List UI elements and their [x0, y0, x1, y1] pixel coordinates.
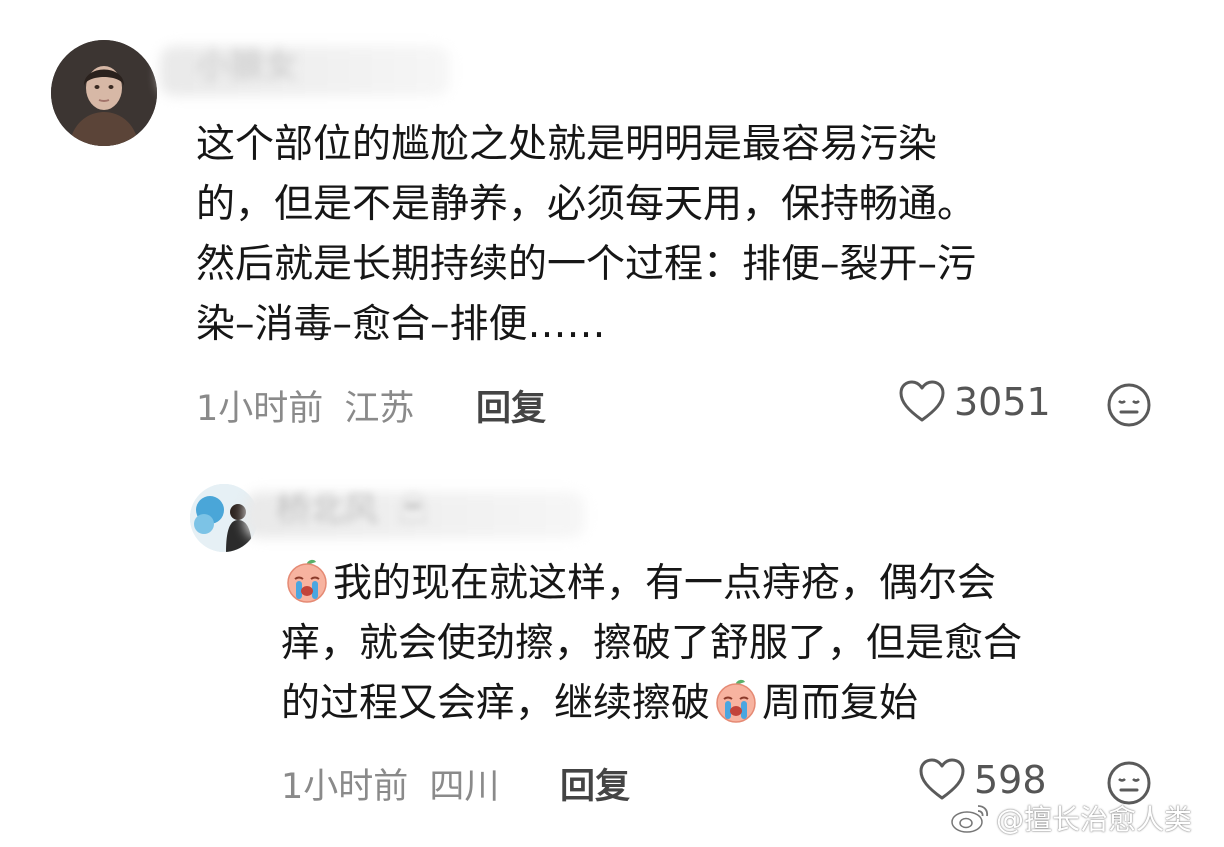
reply-button[interactable]: 回复 — [476, 380, 546, 431]
username[interactable]: 桥北风 — [276, 482, 431, 531]
username-text: 桥北风 — [276, 490, 378, 530]
comment-line: 然后就是长期持续的一个过程：排便–裂开–污 — [196, 242, 977, 287]
neutral-face-icon[interactable] — [1106, 382, 1152, 432]
comment-text: 我的现在就这样，有一点痔疮，偶尔会 痒，就会使劲擦，擦破了舒服了，但是愈合 的过… — [281, 554, 1186, 734]
reply-button[interactable]: 回复 — [560, 758, 630, 809]
comment-meta: 1小时前 四川 — [281, 758, 499, 809]
heart-outline-icon — [919, 758, 965, 800]
location: 四川 — [429, 767, 500, 807]
comment-line: 这个部位的尴尬之处就是明明是最容易污染 — [196, 122, 938, 167]
comment-text-segment: 周而复始 — [762, 681, 919, 726]
comment-meta: 1小时前 江苏 — [196, 380, 414, 431]
location: 江苏 — [344, 389, 415, 429]
watermark-text: @擅长治愈人类 — [996, 803, 1193, 836]
comment-line: 我的现在就这样，有一点痔疮，偶尔会 — [281, 554, 1186, 614]
like-button[interactable]: 3051 — [898, 380, 1051, 424]
avatar[interactable] — [51, 40, 157, 146]
weibo-logo — [951, 805, 989, 833]
heart-outline-icon — [899, 380, 945, 422]
like-count: 3051 — [954, 380, 1051, 424]
comment-line: 的过程又会痒，继续擦破 周而复始 — [281, 674, 1186, 734]
timestamp: 1小时前 — [281, 767, 409, 807]
username[interactable]: 小狼女 — [196, 38, 298, 87]
ghost-icon — [400, 493, 426, 525]
crying-peach-emoji — [287, 559, 327, 603]
crying-peach-emoji — [716, 679, 756, 723]
comment-line: 的，但是不是静养，必须每天用，保持畅通。 — [196, 182, 977, 227]
like-count: 598 — [974, 758, 1047, 802]
comment-text: 这个部位的尴尬之处就是明明是最容易污染 的，但是不是静养，必须每天用，保持畅通。… — [196, 115, 1156, 355]
timestamp: 1小时前 — [196, 389, 324, 429]
comment-text-segment: 的过程又会痒，继续擦破 — [281, 681, 711, 726]
comment-text-segment: 我的现在就这样，有一点痔疮，偶尔会 — [333, 561, 997, 606]
comment-line: 染–消毒–愈合–排便…… — [196, 302, 606, 347]
like-button[interactable]: 598 — [918, 758, 1047, 802]
watermark: @擅长治愈人类 — [950, 798, 1192, 838]
comment-line: 痒，就会使劲擦，擦破了舒服了，但是愈合 — [281, 621, 1023, 666]
